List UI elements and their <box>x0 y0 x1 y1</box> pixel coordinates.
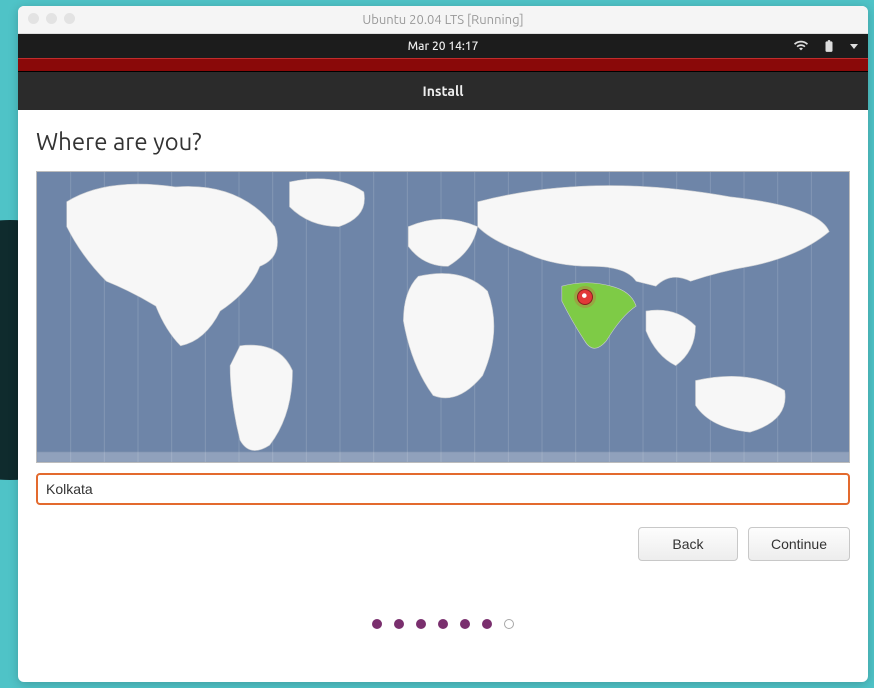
back-button[interactable]: Back <box>638 527 738 561</box>
antarctic-hint <box>37 452 849 462</box>
progress-dot <box>438 619 448 629</box>
asia <box>478 186 830 287</box>
south-america <box>230 345 292 450</box>
clock[interactable]: Mar 20 14:17 <box>408 40 479 53</box>
world-map-svg[interactable] <box>37 172 849 462</box>
installer-header-title: Install <box>423 83 464 99</box>
progress-dots <box>36 619 850 629</box>
chevron-down-icon[interactable] <box>850 44 858 49</box>
progress-dot <box>372 619 382 629</box>
europe <box>408 219 477 266</box>
page-title: Where are you? <box>36 128 850 155</box>
progress-dot <box>394 619 404 629</box>
progress-dot <box>460 619 470 629</box>
progress-dot <box>416 619 426 629</box>
installer-content: Where are you? Back <box>18 110 868 639</box>
timezone-map[interactable] <box>36 171 850 463</box>
location-input[interactable] <box>36 473 850 505</box>
progress-dot <box>482 619 492 629</box>
zoom-icon[interactable] <box>64 13 75 24</box>
vm-window: Ubuntu 20.04 LTS [Running] Mar 20 14:17 … <box>18 6 868 682</box>
greenland <box>290 179 365 227</box>
continue-button[interactable]: Continue <box>748 527 850 561</box>
button-row: Back Continue <box>36 527 850 561</box>
vm-titlebar: Ubuntu 20.04 LTS [Running] <box>18 6 868 34</box>
india-selected[interactable] <box>562 283 636 349</box>
north-america <box>67 184 278 346</box>
accent-strip <box>18 58 868 72</box>
battery-icon[interactable] <box>822 39 836 53</box>
installer-header: Install <box>18 72 868 110</box>
system-tray[interactable] <box>794 39 858 53</box>
australia <box>696 376 786 432</box>
africa <box>403 273 494 397</box>
minimize-icon[interactable] <box>46 13 57 24</box>
close-icon[interactable] <box>28 13 39 24</box>
network-icon[interactable] <box>794 39 808 53</box>
location-marker-icon[interactable] <box>577 289 593 305</box>
progress-dot-current <box>504 619 514 629</box>
vm-title: Ubuntu 20.04 LTS [Running] <box>362 13 523 27</box>
window-controls[interactable] <box>28 13 75 24</box>
se-asia <box>646 310 696 366</box>
ubuntu-top-panel[interactable]: Mar 20 14:17 <box>18 34 868 58</box>
